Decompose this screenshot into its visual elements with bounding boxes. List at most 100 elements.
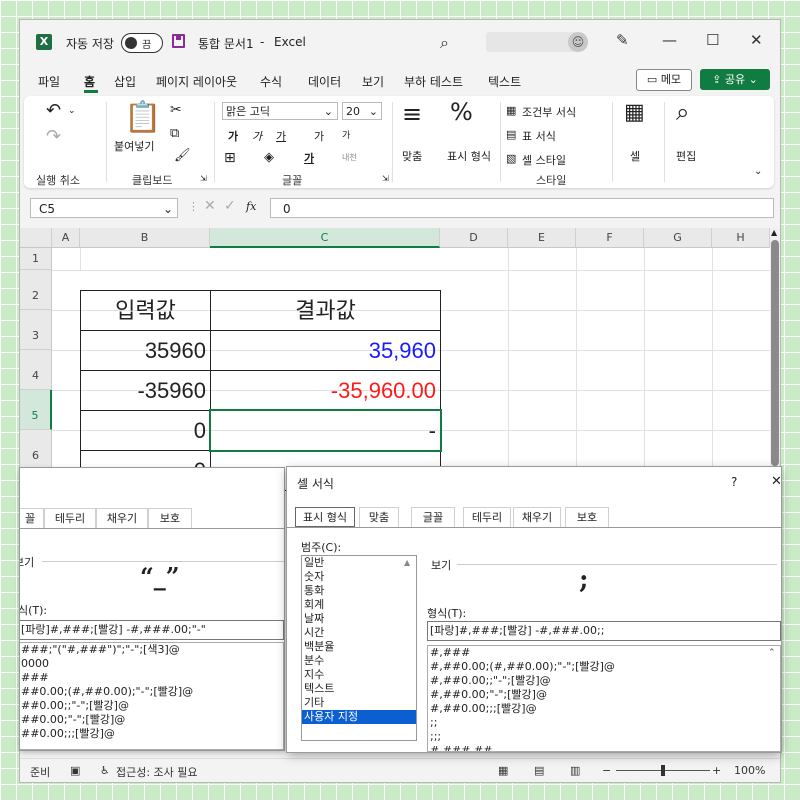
category-option[interactable]: 회계 [302,598,416,612]
tab-page-layout[interactable]: 페이지 레이아웃 [156,73,237,90]
tab-home[interactable]: 홈 [84,73,95,90]
chevron-up-icon[interactable]: ⌃ [768,648,776,658]
phonetic-button[interactable]: 내천 [342,152,357,163]
column-header[interactable]: E [508,228,576,248]
editing-label[interactable]: 편집 [676,148,696,164]
number-format-label[interactable]: 표시 형식 [444,148,494,164]
page-break-view-icon[interactable]: ▥ [570,764,580,777]
row-header[interactable]: 4 [20,350,52,390]
close-icon[interactable]: ✕ [771,474,781,489]
search-icon[interactable]: ⌕ [440,33,449,53]
category-option-selected[interactable]: 사용자 지정 [302,710,416,724]
avatar-icon[interactable]: ☺ [568,32,588,52]
dialog-tab-number[interactable]: 표시 형식 [295,507,355,527]
font-color-button[interactable]: 가 [304,150,314,166]
row-header[interactable]: 1 [20,248,52,270]
format-option[interactable]: #,##0.00;(#,##0.00);"-";[빨강]@ [428,660,780,674]
format-option[interactable]: ;; [428,716,780,730]
format-option[interactable]: ##0.00;(#,##0.00);"-";[빨강]@ [20,685,283,699]
format-option[interactable]: #,###,## [428,744,780,751]
dialog-tab-fill[interactable]: 채우기 [96,508,148,528]
function-icon[interactable]: fx [246,200,256,213]
category-list[interactable]: 일반 숫자 통화 회계 날짜 시간 백분율 분수 지수 텍스트 기타 사용자 지… [301,555,417,741]
category-option[interactable]: 시간 [302,626,416,640]
format-list[interactable]: #,### #,##0.00;(#,##0.00);"-";[빨강]@ #,##… [427,645,781,752]
format-option[interactable]: ### [20,671,283,685]
format-option[interactable]: 0000 [20,657,283,671]
dialog-tab-border[interactable]: 테두리 [44,508,96,528]
format-option[interactable]: ##0.00;;;[빨강]@ [20,727,283,741]
format-option[interactable]: ;;; [428,730,780,744]
font-name-select[interactable]: 맑은 고딕 ⌄ [222,102,338,120]
tab-formulas[interactable]: 수식 [260,73,282,90]
undo-icon[interactable]: ↶ [46,100,61,121]
format-option[interactable]: #,##0.00;;"-";[빨강]@ [428,674,780,688]
dialog-launcher-icon[interactable]: ⇲ [200,174,207,183]
zoom-slider-thumb[interactable] [661,765,665,776]
column-header[interactable]: A [52,228,80,248]
normal-view-icon[interactable]: ▦ [498,764,508,777]
format-option[interactable]: #,##0.00;;;[빨강]@ [428,702,780,716]
undo-dropdown-icon[interactable]: ⌄ [68,106,76,116]
row-header[interactable]: 3 [20,310,52,350]
search-icon[interactable]: ⌕ [676,98,689,126]
vertical-scrollbar[interactable]: ▲ [770,228,780,488]
category-option[interactable]: 날짜 [302,612,416,626]
scroll-up-icon[interactable]: ▲ [771,228,777,237]
category-option[interactable]: 분수 [302,654,416,668]
tab-load-test[interactable]: 부하 테스트 [404,73,463,90]
fill-color-icon[interactable]: ◈ [264,150,274,165]
format-input[interactable]: [파랑]#,###;[빨강] -#,###.00;; [427,621,781,641]
tab-text[interactable]: 텍스트 [488,73,521,90]
format-option[interactable]: ###;"("#,###")";"-";[색3]@ [20,643,283,657]
formula-input[interactable]: 0 [270,198,774,218]
conditional-format-button[interactable]: 조건부 서식 [522,104,576,120]
percent-icon[interactable]: % [450,98,473,126]
column-header[interactable]: F [576,228,644,248]
cell-c2[interactable]: 결과값 [210,290,441,331]
format-list[interactable]: ###;"("#,###")";"-";[색3]@ 0000 ### ##0.0… [20,642,284,750]
cell-b5[interactable]: 0 [80,410,211,451]
shrink-font-button[interactable]: 가 [342,128,350,141]
scrollbar-thumb[interactable] [771,240,779,466]
cell-b3[interactable]: 35960 [80,330,211,371]
redo-icon[interactable]: ↷ [46,126,61,147]
table-format-button[interactable]: 표 서식 [522,128,556,144]
tab-file[interactable]: 파일 [38,73,60,90]
tab-data[interactable]: 데이터 [308,73,341,90]
paste-label[interactable]: 붙여넣기 [114,138,154,154]
category-option[interactable]: 일반 [302,556,416,570]
minimize-icon[interactable]: — [662,31,677,49]
dialog-tab-border[interactable]: 테두리 [463,507,511,527]
tab-insert[interactable]: 삽입 [114,73,136,90]
category-option[interactable]: 백분율 [302,640,416,654]
close-icon[interactable]: ✕ [750,31,763,49]
page-layout-view-icon[interactable]: ▤ [534,764,544,777]
save-icon[interactable] [172,34,185,48]
confirm-icon[interactable]: ✓ [224,198,236,214]
paste-icon[interactable]: 📋 [124,100,161,135]
dialog-tab-fill[interactable]: 채우기 [513,507,561,527]
cell-c3[interactable]: 35,960 [210,330,441,371]
border-icon[interactable]: ⊞ [224,150,236,166]
dialog-launcher-icon[interactable]: ⇲ [382,174,389,183]
category-option[interactable]: 기타 [302,696,416,710]
row-header[interactable]: 5 [20,390,52,430]
cell-style-button[interactable]: 셀 스타일 [522,152,566,168]
format-option[interactable]: #,### [428,646,780,660]
help-icon[interactable]: ? [731,475,737,489]
row-header[interactable]: 6 [20,430,52,470]
category-option[interactable]: 숫자 [302,570,416,584]
format-option[interactable]: ##0.00;;"-";[빨강]@ [20,699,283,713]
name-box[interactable]: C5 ⌄ [30,198,178,218]
cell-b2[interactable]: 입력값 [80,290,211,331]
accessibility-status[interactable]: 접근성: 조사 필요 [116,764,198,780]
autosave-toggle[interactable]: 끔 [121,33,163,53]
category-option[interactable]: 텍스트 [302,682,416,696]
format-input[interactable]: [파랑]#,###;[빨강] -#,###.00;"-" [20,620,284,640]
tab-view[interactable]: 보기 [362,73,384,90]
format-painter-icon[interactable]: 🖌 [174,148,191,163]
dialog-tab-protection[interactable]: 보호 [148,508,192,528]
bold-button[interactable]: 가 [228,128,238,144]
zoom-out-button[interactable]: − [602,764,611,777]
